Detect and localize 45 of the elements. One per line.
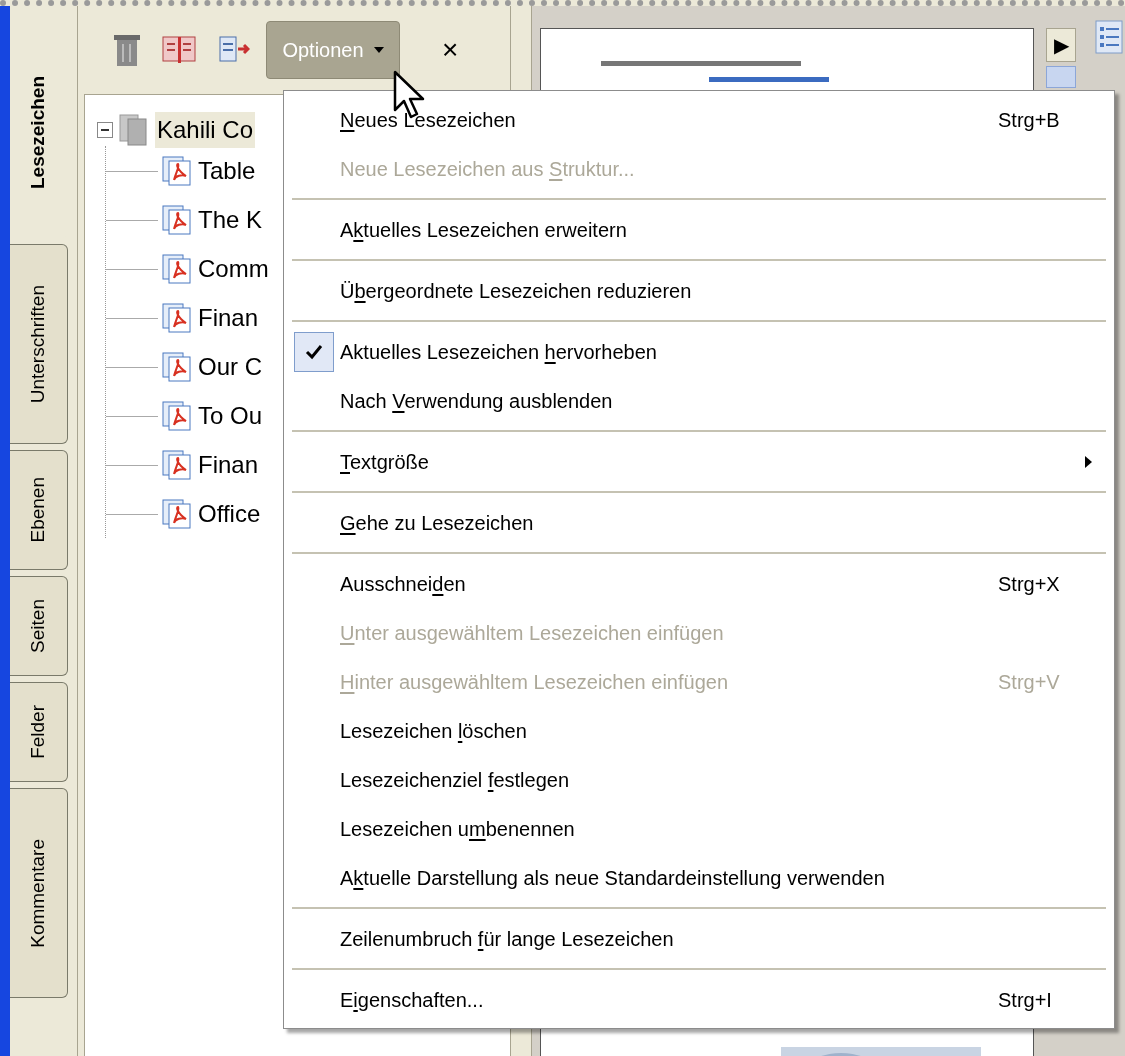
bookmark-item[interactable]: Finan xyxy=(198,446,259,483)
side-tab[interactable]: Kommentare xyxy=(10,788,68,998)
menu-item[interactable]: Ausschneiden Strg+X xyxy=(288,559,1110,608)
pdf-document-icon xyxy=(162,204,192,235)
menu-item[interactable]: Lesezeichenziel festlegen xyxy=(288,755,1110,804)
next-page-button[interactable]: ▶ xyxy=(1046,28,1076,62)
bookmark-item[interactable]: Table xyxy=(198,152,256,189)
side-tab[interactable]: Felder xyxy=(10,682,68,782)
pdf-document-icon xyxy=(162,400,192,431)
menu-item[interactable]: Neues Lesezeichen Strg+B xyxy=(288,95,1110,144)
trash-icon[interactable] xyxy=(114,33,140,67)
pdf-document-icon xyxy=(162,449,192,480)
bookmark-item[interactable]: Our C xyxy=(198,348,262,385)
caret-icon xyxy=(373,47,384,53)
side-tab[interactable]: Unterschriften xyxy=(10,244,68,444)
side-tab[interactable]: Seiten xyxy=(10,576,68,676)
bookmark-book-icon[interactable] xyxy=(162,35,196,65)
bookmark-item[interactable]: Finan xyxy=(198,299,259,336)
menu-item[interactable]: Textgröße xyxy=(288,437,1110,486)
close-button[interactable]: × xyxy=(442,36,459,64)
pdf-document-icon xyxy=(162,302,192,333)
menu-item[interactable]: Aktuelle Darstellung als neue Standardeinstellung verwenden xyxy=(288,853,1110,902)
menu-item[interactable]: Aktuelles Lesezeichen erweitern xyxy=(288,205,1110,254)
menu-item[interactable]: Gehe zu Lesezeichen xyxy=(288,498,1110,547)
collapse-toggle-icon[interactable] xyxy=(97,121,113,138)
menu-item[interactable]: Zeilenumbruch für lange Lesezeichen xyxy=(288,914,1110,963)
pdf-document-icon xyxy=(162,351,192,382)
bookmark-item[interactable]: The K xyxy=(198,201,263,238)
menu-item[interactable]: Lesezeichen löschen xyxy=(288,706,1110,755)
menu-item[interactable]: Eigenschaften... Strg+I xyxy=(288,975,1110,1024)
menu-item[interactable]: Nach Verwendung ausblenden xyxy=(288,376,1110,425)
list-icon[interactable] xyxy=(1095,20,1123,54)
menu-item[interactable]: Übergeordnete Lesezeichen reduzieren xyxy=(288,266,1110,315)
side-tab[interactable]: Ebenen xyxy=(10,450,68,570)
bookmark-item[interactable]: Kahili Co xyxy=(155,111,256,148)
pdf-document-icon xyxy=(162,498,192,529)
pdf-document-icon xyxy=(162,155,192,186)
bookmark-item[interactable]: Comm xyxy=(198,250,269,287)
pdf-document-icon xyxy=(162,253,192,284)
bookmark-item[interactable]: Office xyxy=(198,495,261,532)
document-icon xyxy=(119,112,149,147)
bookmark-item[interactable]: To Ou xyxy=(198,397,263,434)
menu-item[interactable]: Lesezeichen umbenennen xyxy=(288,804,1110,853)
page-arrow-icon[interactable] xyxy=(218,35,250,65)
menu-item[interactable]: Aktuelles Lesezeichen hervorheben xyxy=(288,327,1110,376)
